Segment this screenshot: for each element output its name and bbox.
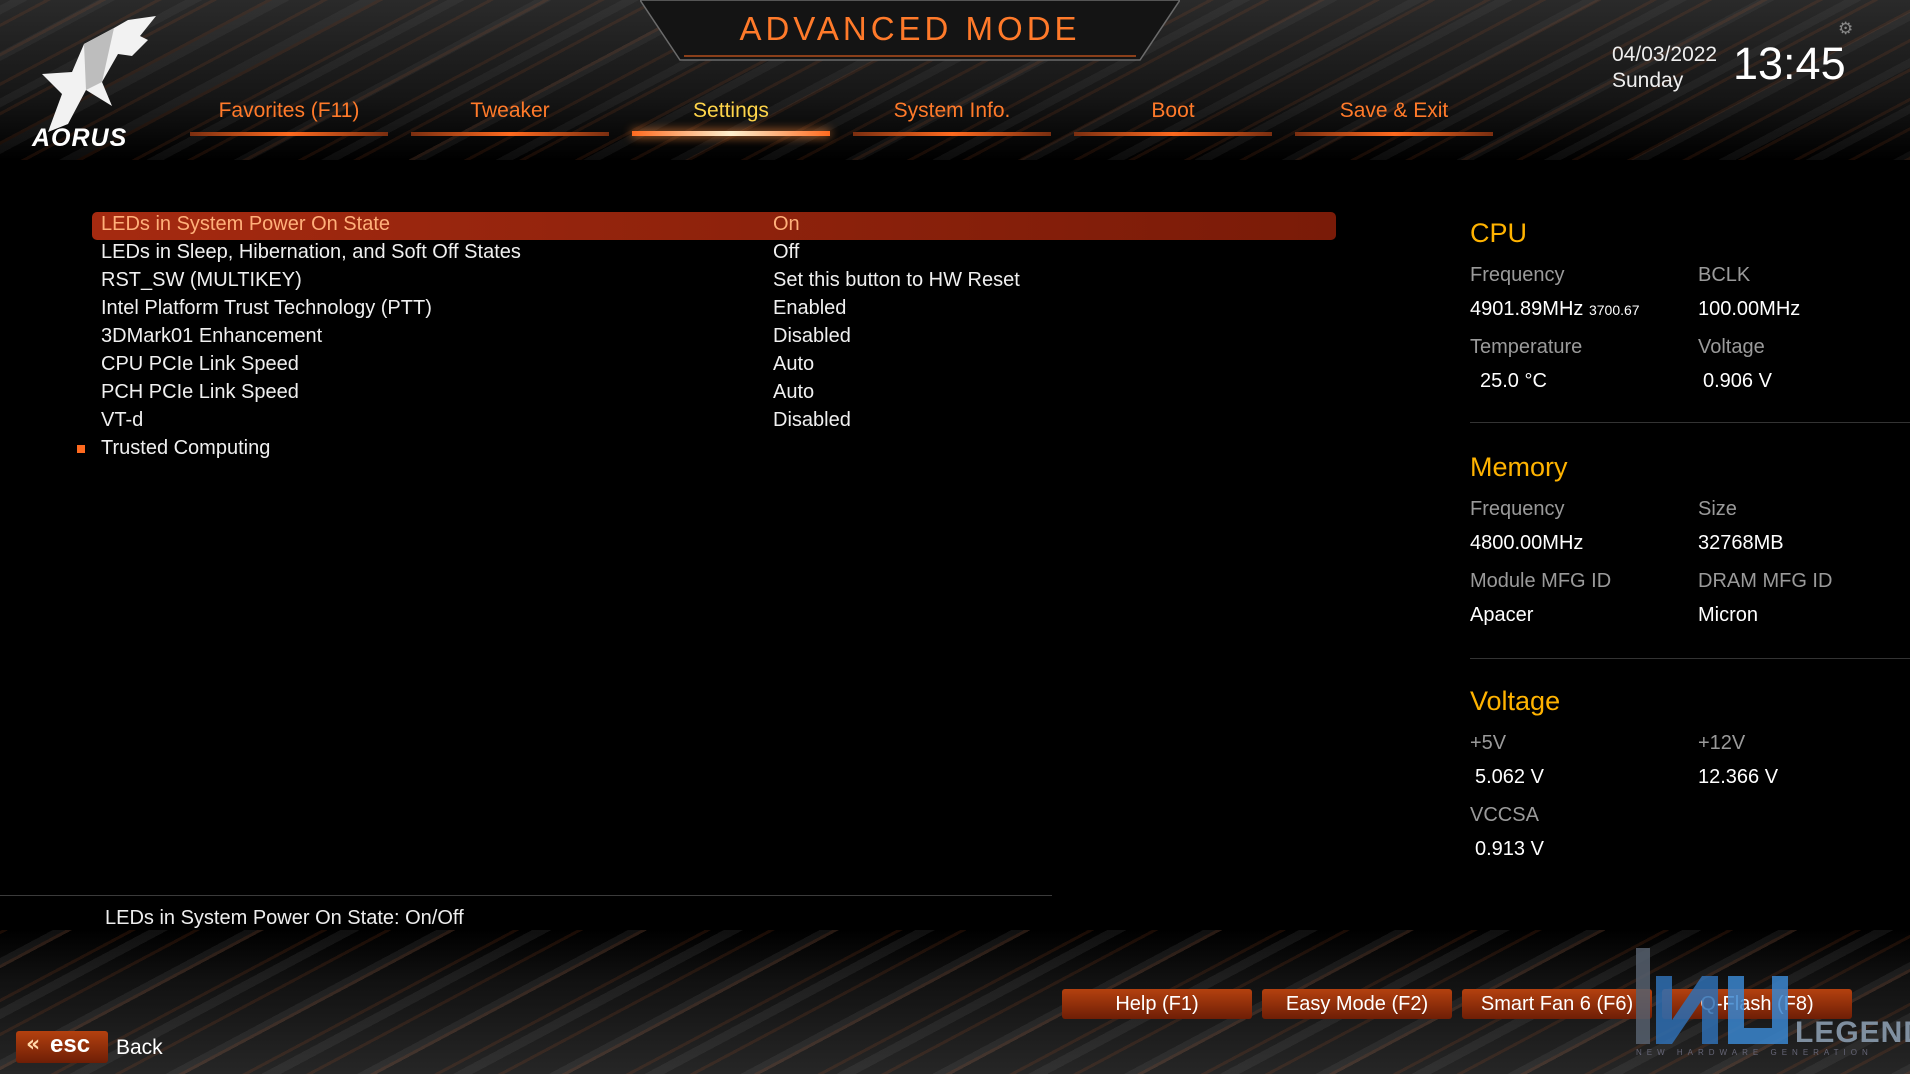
- memory-section-title: Memory: [1470, 452, 1568, 482]
- watermark-subtext: NEW HARDWARE GENERATION: [1636, 1048, 1873, 1057]
- help-divider: [0, 895, 1052, 896]
- tab-underline: [1295, 132, 1493, 136]
- setting-label: PCH PCIe Link Speed: [101, 381, 299, 403]
- v12-label: +12V: [1698, 732, 1746, 754]
- tab-label: Favorites (F11): [218, 99, 360, 122]
- cpu-temperature-label: Temperature: [1470, 336, 1583, 358]
- back-label[interactable]: Back: [116, 1036, 163, 1060]
- page-title: ADVANCED MODE: [739, 10, 1081, 47]
- setting-leds-sleep[interactable]: LEDs in Sleep, Hibernation, and Soft Off…: [92, 240, 1336, 268]
- dram-mfg-label: DRAM MFG ID: [1698, 570, 1833, 592]
- tab-boot[interactable]: Boot: [1074, 96, 1272, 136]
- tab-save-exit[interactable]: Save & Exit: [1295, 96, 1493, 136]
- setting-leds-power-on[interactable]: LEDs in System Power On State On: [92, 212, 1336, 240]
- setting-value[interactable]: Disabled: [773, 325, 851, 348]
- tab-label: Boot: [1151, 99, 1195, 122]
- tab-system-info[interactable]: System Info.: [853, 96, 1051, 136]
- setting-value[interactable]: Disabled: [773, 409, 851, 432]
- module-mfg-label: Module MFG ID: [1470, 570, 1612, 592]
- setting-label: LEDs in System Power On State: [101, 213, 391, 235]
- cpu-voltage-label: Voltage: [1698, 336, 1765, 358]
- tab-underline: [853, 132, 1051, 136]
- tab-label: Settings: [693, 99, 769, 122]
- v5-label: +5V: [1470, 732, 1507, 754]
- cpu-bclk-value: 100.00MHz: [1698, 298, 1801, 320]
- voltage-section-title: Voltage: [1470, 686, 1561, 716]
- setting-vt-d[interactable]: VT-d Disabled: [92, 408, 1336, 436]
- setting-label: Trusted Computing: [101, 437, 271, 459]
- gear-icon[interactable]: ⚙: [1838, 19, 1853, 39]
- tab-underline: [632, 131, 830, 136]
- setting-rst-sw[interactable]: RST_SW (MULTIKEY) Set this button to HW …: [92, 268, 1336, 296]
- cpu-frequency-sub: 3700.67: [1588, 302, 1640, 318]
- setting-pch-pcie-speed[interactable]: PCH PCIe Link Speed Auto: [92, 380, 1336, 408]
- setting-value[interactable]: On: [773, 213, 800, 236]
- setting-label: Intel Platform Trust Technology (PTT): [101, 297, 432, 319]
- smart-fan-button[interactable]: Smart Fan 6 (F6): [1462, 989, 1652, 1019]
- cpu-frequency-value: 4901.89MHz 3700.67: [1470, 298, 1640, 321]
- cpu-section-title: CPU: [1470, 218, 1528, 248]
- vccsa-value: 0.913 V: [1475, 838, 1544, 860]
- setting-label: 3DMark01 Enhancement: [101, 325, 323, 347]
- setting-3dmark01[interactable]: 3DMark01 Enhancement Disabled: [92, 324, 1336, 352]
- submenu-trusted-computing[interactable]: Trusted Computing: [77, 436, 1336, 464]
- tab-underline: [1074, 132, 1272, 136]
- memory-size-value: 32768MB: [1698, 532, 1784, 554]
- day-text: Sunday: [1612, 69, 1684, 92]
- setting-label: CPU PCIe Link Speed: [101, 353, 299, 375]
- tab-favorites[interactable]: Favorites (F11): [190, 96, 388, 136]
- help-description: LEDs in System Power On State: On/Off: [105, 907, 464, 929]
- vccsa-label: VCCSA: [1470, 804, 1539, 826]
- panel-divider: [1470, 658, 1910, 659]
- submenu-bullet-icon: [77, 445, 85, 453]
- tab-label: Save & Exit: [1339, 99, 1449, 122]
- setting-value[interactable]: Off: [773, 241, 799, 264]
- tab-tweaker[interactable]: Tweaker: [411, 96, 609, 136]
- setting-value[interactable]: Auto: [773, 353, 814, 376]
- setting-cpu-pcie-speed[interactable]: CPU PCIe Link Speed Auto: [92, 352, 1336, 380]
- easy-mode-button[interactable]: Easy Mode (F2): [1262, 989, 1452, 1019]
- setting-label: LEDs in Sleep, Hibernation, and Soft Off…: [101, 241, 521, 263]
- tab-underline: [190, 132, 388, 136]
- esc-button[interactable]: « esc: [16, 1031, 108, 1063]
- memory-frequency-value: 4800.00MHz: [1470, 532, 1584, 554]
- tab-underline: [411, 132, 609, 136]
- memory-frequency-label: Frequency: [1470, 498, 1565, 520]
- settings-list: LEDs in System Power On State On LEDs in…: [77, 212, 1336, 464]
- date-text: 04/03/2022: [1612, 43, 1718, 66]
- tab-label: System Info.: [893, 99, 1011, 122]
- esc-label: esc: [50, 1031, 91, 1058]
- cpu-frequency-label: Frequency: [1470, 264, 1565, 286]
- module-mfg-value: Apacer: [1470, 604, 1534, 626]
- dram-mfg-value: Micron: [1698, 604, 1759, 626]
- v5-value: 5.062 V: [1475, 766, 1544, 788]
- setting-label: VT-d: [101, 409, 144, 431]
- watermark-text: LEGEND: [1795, 1016, 1910, 1049]
- cpu-voltage-value: 0.906 V: [1703, 370, 1772, 392]
- tab-settings[interactable]: Settings: [632, 96, 830, 136]
- date-display: 04/03/2022 Sunday: [1612, 42, 1717, 94]
- cpu-bclk-label: BCLK: [1698, 264, 1751, 286]
- panel-divider: [1470, 422, 1910, 423]
- help-button[interactable]: Help (F1): [1062, 989, 1252, 1019]
- tab-label: Tweaker: [470, 99, 550, 122]
- setting-value[interactable]: Auto: [773, 381, 814, 404]
- setting-label: RST_SW (MULTIKEY): [101, 269, 302, 291]
- setting-ptt[interactable]: Intel Platform Trust Technology (PTT) En…: [92, 296, 1336, 324]
- v12-value: 12.366 V: [1698, 766, 1779, 788]
- double-chevron-left-icon: «: [26, 1032, 41, 1057]
- clock: 13:45: [1733, 38, 1846, 89]
- cpu-temperature-value: 25.0 °C: [1480, 370, 1547, 392]
- memory-size-label: Size: [1698, 498, 1737, 520]
- aorus-logo-text: AORUS: [32, 124, 128, 152]
- cpu-frequency: 4901.89MHz: [1470, 298, 1584, 320]
- setting-value[interactable]: Set this button to HW Reset: [773, 269, 1020, 292]
- setting-value[interactable]: Enabled: [773, 297, 846, 320]
